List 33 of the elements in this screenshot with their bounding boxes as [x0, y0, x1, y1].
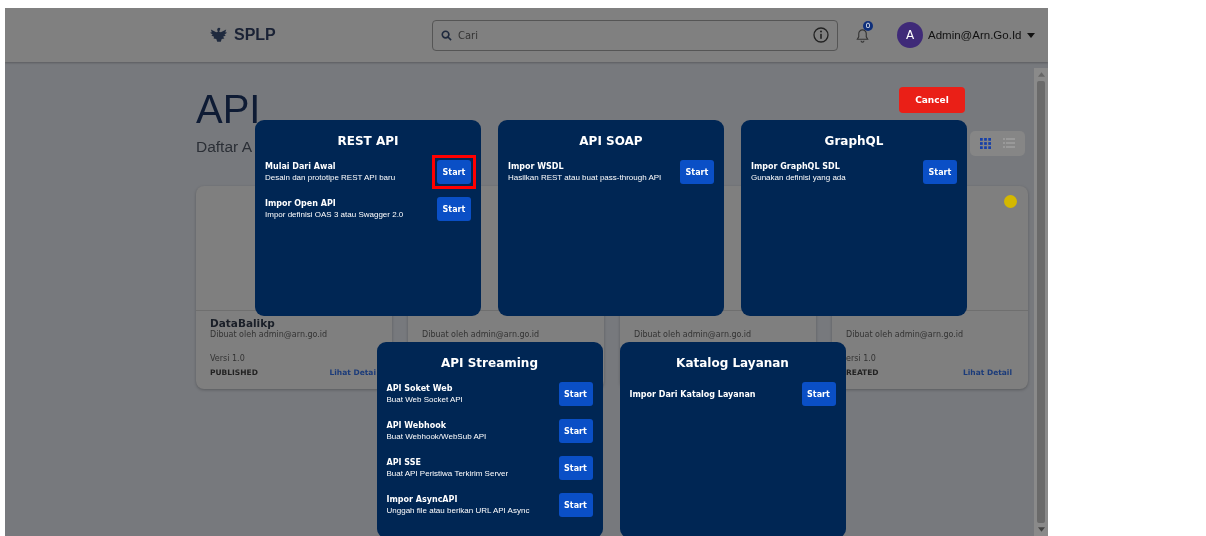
card-title: Katalog Layanan	[675, 356, 790, 370]
option-name: API SSE	[386, 458, 422, 467]
option-description: Impor definisi OAS 3 atau Swagger 2.0	[265, 210, 404, 219]
card-title: GraphQL	[823, 134, 885, 148]
card-title: API Streaming	[440, 356, 539, 370]
page-title: API	[196, 88, 261, 130]
api-version: ersi 1.0	[846, 354, 877, 364]
logo-text: SPLP	[234, 26, 276, 44]
api-author: Dibuat oleh admin@arn.go.id	[846, 330, 965, 340]
option-description: Hasilkan REST atau buat pass-through API	[508, 173, 662, 182]
option-name: API Soket Web	[386, 384, 454, 393]
user-avatar: A	[897, 22, 923, 48]
api-name: DataBalikp	[210, 317, 275, 330]
page-subtitle: Daftar A	[196, 138, 253, 156]
option-description: Buat API Peristiwa Terkirim Server	[386, 469, 509, 478]
option-name: Impor Dari Katalog Layanan	[629, 389, 756, 399]
option-name: Mulai Dari Awal	[265, 162, 337, 171]
card-title: API SOAP	[578, 134, 644, 148]
option-name: Impor WSDL	[508, 162, 565, 171]
option-name: Impor GraphQL SDL	[751, 162, 841, 171]
option-description: Desain dan prototipe REST API baru	[265, 173, 396, 182]
option-name: Impor Open API	[265, 199, 337, 208]
option-name: API Webhook	[386, 421, 447, 430]
api-author: Dibuat oleh admin@arn.go.id	[634, 330, 753, 340]
option-description: Buat Webhook/WebSub API	[386, 432, 487, 441]
api-version: Versi 1.0	[210, 354, 246, 364]
card-title: REST API	[336, 134, 400, 148]
option-name: Impor AsyncAPI	[386, 495, 459, 504]
option-description: Buat Web Socket API	[386, 395, 463, 404]
api-author: Dibuat oleh admin@arn.go.id	[422, 330, 541, 340]
option-description: Unggah file atau berikan URL API Async	[386, 506, 530, 515]
api-author: Dibuat oleh admin@arn.go.id	[210, 330, 329, 340]
option-description: Gunakan definisi yang ada	[751, 173, 846, 182]
